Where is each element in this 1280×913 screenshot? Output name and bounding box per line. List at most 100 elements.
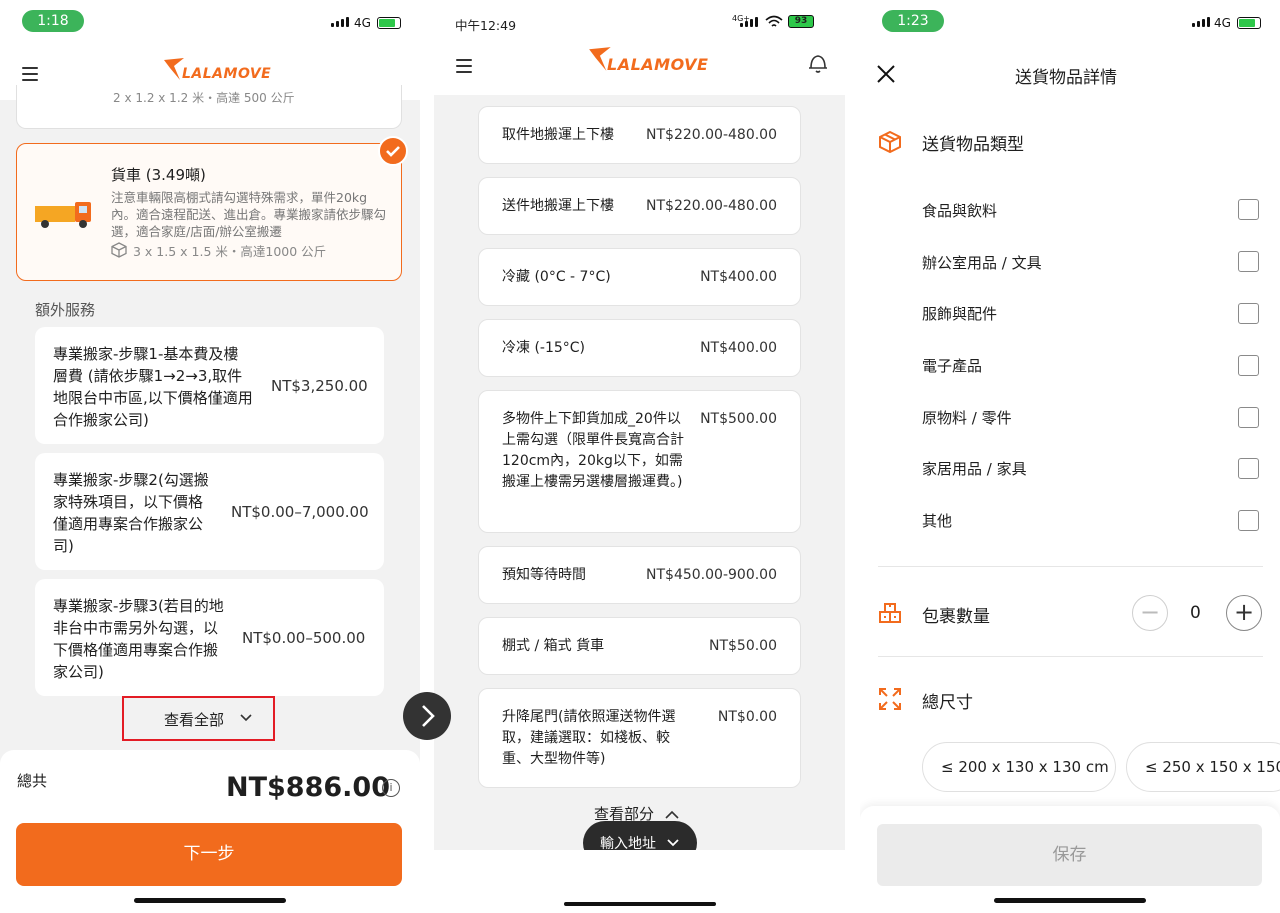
service-price: NT$400.00 (700, 269, 777, 285)
service-price: NT$0.00–7,000.00 (231, 503, 369, 521)
signal-icon (331, 17, 349, 27)
service-item[interactable]: 專業搬家-步驟1-基本費及樓層費 (請依步驟1→2→3,取件地限台中市區,以下價… (35, 327, 384, 444)
screen-vehicle-selection: 1:18 4G LALAMOVE 2 x 1.2 x 1.2 米・高達 500 … (0, 0, 420, 913)
service-label: 棚式 / 箱式 貨車 (502, 638, 605, 654)
battery-icon (377, 17, 401, 29)
category-label: 電子產品 (922, 357, 983, 375)
menu-icon[interactable] (22, 67, 38, 85)
page-title: 送貨物品詳情 (1015, 68, 1117, 88)
status-time: 1:23 (882, 10, 944, 32)
vehicle-card-selected[interactable]: 貨車 (3.49噸) 注意車輛限高棚式請勾選特殊需求，單件20kg內。適合遠程配… (16, 143, 402, 281)
size-option[interactable]: ≤ 250 x 150 x 150 cm (1126, 742, 1280, 792)
footer-panel: 總共 NT$886.00 i 下一步 (0, 750, 420, 913)
total-value: NT$886.00 (226, 772, 390, 803)
menu-icon[interactable] (456, 59, 472, 77)
signal-icon (1192, 17, 1210, 27)
service-item[interactable]: 冷凍 (-15°C) NT$400.00 (478, 319, 801, 377)
category-label: 服飾與配件 (922, 305, 998, 323)
lalamove-logo: LALAMOVE (164, 58, 271, 82)
total-label: 總共 (17, 772, 48, 790)
service-label: 專業搬家-步驟1-基本費及樓層費 (請依步驟1→2→3,取件地限台中市區,以下價… (53, 345, 253, 429)
box-icon (111, 242, 127, 258)
service-price: NT$3,250.00 (271, 377, 368, 395)
service-item[interactable]: 專業搬家-步驟2(勾選搬家特殊項目，以下價格僅適用專案合作搬家公司) NT$0.… (35, 453, 384, 570)
service-item[interactable]: 取件地搬運上下樓 NT$220.00-480.00 (478, 106, 801, 164)
divider (878, 656, 1263, 657)
signal-icon (740, 17, 758, 27)
chevron-up-icon (665, 810, 679, 819)
selected-check-icon (378, 136, 408, 166)
service-label: 冷藏 (0°C - 7°C) (502, 269, 611, 285)
size-label: 總尺寸 (922, 693, 973, 713)
service-label: 預知等待時間 (502, 567, 586, 583)
service-price: NT$400.00 (700, 340, 777, 356)
divider (878, 566, 1263, 567)
category-checkbox[interactable] (1238, 458, 1259, 479)
view-all-label: 查看全部 (164, 711, 225, 729)
save-button[interactable]: 保存 (877, 824, 1262, 886)
battery-icon (1237, 17, 1261, 29)
package-count: 0 (1190, 603, 1201, 623)
category-label: 家居用品 / 家具 (922, 460, 1027, 478)
home-indicator (994, 898, 1146, 903)
chevron-down-icon (667, 839, 679, 847)
category-checkbox[interactable] (1238, 355, 1259, 376)
view-all-button[interactable]: 查看全部 (122, 696, 275, 741)
service-label: 專業搬家-步驟3(若目的地非台中市需另外勾選，以下價格僅適用專案合作搬家公司) (53, 597, 224, 681)
close-icon[interactable] (876, 64, 896, 84)
service-label: 專業搬家-步驟2(勾選搬家特殊項目，以下價格僅適用專案合作搬家公司) (53, 471, 209, 555)
home-indicator (134, 898, 286, 903)
service-price: NT$500.00 (700, 411, 777, 427)
package-label: 包裹數量 (922, 607, 990, 627)
section-title: 送貨物品類型 (922, 135, 1024, 155)
service-price: NT$450.00-900.00 (646, 567, 777, 583)
status-time: 中午12:49 (455, 18, 517, 33)
service-label: 取件地搬運上下樓 (502, 127, 614, 143)
vehicle-spec: 3 x 1.5 x 1.5 米・高達1000 公斤 (133, 244, 327, 259)
service-price: NT$220.00-480.00 (646, 198, 777, 214)
category-label: 其他 (922, 512, 953, 530)
minus-button[interactable]: − (1132, 595, 1168, 631)
screen-item-details: 1:23 4G 送貨物品詳情 送貨物品類型 食品與飲料 辦公室用品 / 文具 服… (860, 0, 1280, 913)
wifi-icon (765, 15, 783, 27)
footer-panel: 保存 (860, 806, 1280, 913)
service-item[interactable]: 專業搬家-步驟3(若目的地非台中市需另外勾選，以下價格僅適用專案合作搬家公司) … (35, 579, 384, 696)
service-price: NT$220.00-480.00 (646, 127, 777, 143)
category-label: 食品與飲料 (922, 202, 998, 220)
bell-icon[interactable] (808, 52, 828, 74)
service-item[interactable]: 預知等待時間 NT$450.00-900.00 (478, 546, 801, 604)
service-label: 升降尾門(請依照運送物件選取，建議選取：如棧板、較重、大型物件等) (502, 709, 676, 767)
category-label: 原物料 / 零件 (922, 409, 1012, 427)
service-item[interactable]: 冷藏 (0°C - 7°C) NT$400.00 (478, 248, 801, 306)
category-checkbox[interactable] (1238, 251, 1259, 272)
next-button[interactable]: 下一步 (16, 823, 402, 886)
info-icon[interactable]: i (382, 779, 400, 797)
box-icon (879, 130, 901, 154)
category-checkbox[interactable] (1238, 510, 1259, 531)
category-checkbox[interactable] (1238, 303, 1259, 324)
vehicle-name: 貨車 (3.49噸) (111, 166, 206, 184)
packages-icon (879, 603, 901, 623)
service-price: NT$0.00 (717, 709, 777, 725)
service-item[interactable]: 多物件上下卸貨加成_20件以上需勾選（限單件長寬高合計120cm內，20kg以下… (478, 390, 801, 533)
service-item[interactable]: 送件地搬運上下樓 NT$220.00-480.00 (478, 177, 801, 235)
chevron-down-icon (240, 714, 252, 722)
truck-icon (35, 202, 91, 228)
service-item[interactable]: 升降尾門(請依照運送物件選取，建議選取：如棧板、較重、大型物件等) NT$0.0… (478, 688, 801, 788)
category-checkbox[interactable] (1238, 407, 1259, 428)
expand-icon (879, 688, 901, 710)
plus-button[interactable]: + (1226, 595, 1262, 631)
service-item[interactable]: 棚式 / 箱式 貨車 NT$50.00 (478, 617, 801, 675)
category-checkbox[interactable] (1238, 199, 1259, 220)
battery-icon: 93 (788, 15, 814, 28)
next-arrow-icon[interactable] (403, 692, 451, 740)
vehicle-spec: 2 x 1.2 x 1.2 米・高達 500 公斤 (113, 91, 295, 105)
category-label: 辦公室用品 / 文具 (922, 254, 1042, 272)
screen-extra-services: 中午12:49 4G+ 93 LALAMOVE 取件地搬運上下樓 NT$220.… (434, 0, 845, 913)
status-time: 1:18 (22, 10, 84, 32)
vehicle-card-previous[interactable]: 2 x 1.2 x 1.2 米・高達 500 公斤 (16, 85, 402, 129)
network-label: 4G (354, 16, 371, 30)
service-price: NT$0.00–500.00 (242, 629, 366, 647)
section-title: 額外服務 (35, 301, 96, 319)
size-option[interactable]: ≤ 200 x 130 x 130 cm (922, 742, 1116, 792)
